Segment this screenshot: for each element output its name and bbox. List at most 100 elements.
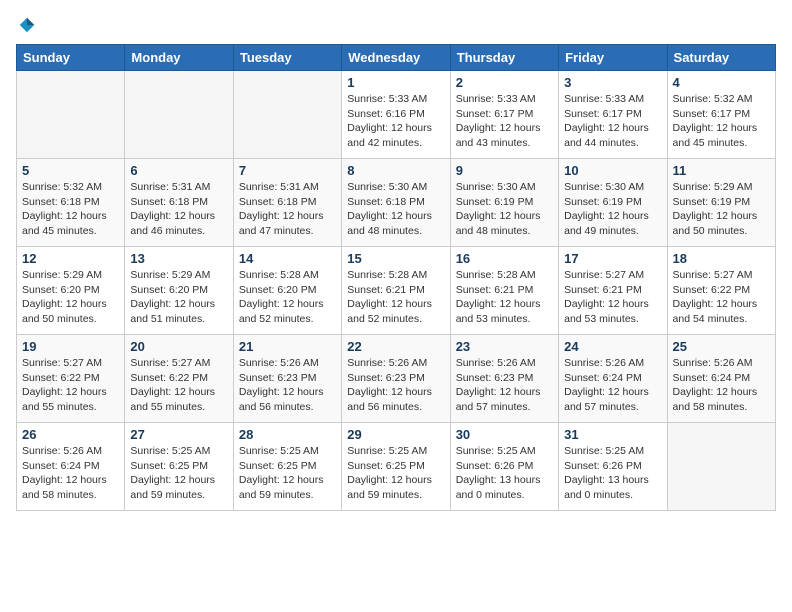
day-info: Sunrise: 5:30 AM Sunset: 6:18 PM Dayligh… [347, 180, 444, 239]
calendar-table: SundayMondayTuesdayWednesdayThursdayFrid… [16, 44, 776, 511]
day-of-week-header: Saturday [667, 45, 775, 71]
day-info: Sunrise: 5:31 AM Sunset: 6:18 PM Dayligh… [130, 180, 227, 239]
day-info: Sunrise: 5:25 AM Sunset: 6:25 PM Dayligh… [347, 444, 444, 503]
logo [16, 16, 38, 34]
day-info: Sunrise: 5:26 AM Sunset: 6:23 PM Dayligh… [456, 356, 553, 415]
day-number: 21 [239, 339, 336, 354]
calendar-cell: 5 Sunrise: 5:32 AM Sunset: 6:18 PM Daylig… [17, 159, 125, 247]
day-info: Sunrise: 5:33 AM Sunset: 6:17 PM Dayligh… [564, 92, 661, 151]
day-number: 9 [456, 163, 553, 178]
day-info: Sunrise: 5:30 AM Sunset: 6:19 PM Dayligh… [456, 180, 553, 239]
calendar-cell: 31 Sunrise: 5:25 AM Sunset: 6:26 PM Dayli… [559, 423, 667, 511]
calendar-week-row: 12 Sunrise: 5:29 AM Sunset: 6:20 PM Dayli… [17, 247, 776, 335]
day-number: 17 [564, 251, 661, 266]
day-info: Sunrise: 5:31 AM Sunset: 6:18 PM Dayligh… [239, 180, 336, 239]
calendar-cell: 26Sunrise: 5:26 AM Sunset: 6:24 PM Dayli… [17, 423, 125, 511]
calendar-cell [17, 71, 125, 159]
day-info: Sunrise: 5:28 AM Sunset: 6:20 PM Dayligh… [239, 268, 336, 327]
calendar-week-row: 26Sunrise: 5:26 AM Sunset: 6:24 PM Dayli… [17, 423, 776, 511]
day-info: Sunrise: 5:26 AM Sunset: 6:24 PM Dayligh… [673, 356, 770, 415]
calendar-cell: 17 Sunrise: 5:27 AM Sunset: 6:21 PM Dayli… [559, 247, 667, 335]
day-number: 15 [347, 251, 444, 266]
day-info: Sunrise: 5:27 AM Sunset: 6:21 PM Dayligh… [564, 268, 661, 327]
day-number: 28 [239, 427, 336, 442]
day-number: 31 [564, 427, 661, 442]
day-number: 14 [239, 251, 336, 266]
calendar-cell: 10 Sunrise: 5:30 AM Sunset: 6:19 PM Dayli… [559, 159, 667, 247]
calendar-cell: 13 Sunrise: 5:29 AM Sunset: 6:20 PM Dayli… [125, 247, 233, 335]
calendar-cell: 30 Sunrise: 5:25 AM Sunset: 6:26 PM Dayli… [450, 423, 558, 511]
day-number: 2 [456, 75, 553, 90]
day-number: 8 [347, 163, 444, 178]
day-info: Sunrise: 5:25 AM Sunset: 6:26 PM Dayligh… [564, 444, 661, 503]
day-info: Sunrise: 5:27 AM Sunset: 6:22 PM Dayligh… [673, 268, 770, 327]
day-number: 6 [130, 163, 227, 178]
day-info: Sunrise: 5:25 AM Sunset: 6:25 PM Dayligh… [239, 444, 336, 503]
day-number: 22 [347, 339, 444, 354]
day-info: Sunrise: 5:25 AM Sunset: 6:25 PM Dayligh… [130, 444, 227, 503]
day-number: 11 [673, 163, 770, 178]
calendar-cell: 8 Sunrise: 5:30 AM Sunset: 6:18 PM Daylig… [342, 159, 450, 247]
day-number: 3 [564, 75, 661, 90]
day-info: Sunrise: 5:33 AM Sunset: 6:16 PM Dayligh… [347, 92, 444, 151]
calendar-cell: 18 Sunrise: 5:27 AM Sunset: 6:22 PM Dayli… [667, 247, 775, 335]
day-number: 12 [22, 251, 119, 266]
calendar-cell: 23 Sunrise: 5:26 AM Sunset: 6:23 PM Dayli… [450, 335, 558, 423]
day-number: 27 [130, 427, 227, 442]
day-of-week-header: Thursday [450, 45, 558, 71]
day-number: 5 [22, 163, 119, 178]
day-info: Sunrise: 5:32 AM Sunset: 6:18 PM Dayligh… [22, 180, 119, 239]
calendar-week-row: 5 Sunrise: 5:32 AM Sunset: 6:18 PM Daylig… [17, 159, 776, 247]
day-number: 7 [239, 163, 336, 178]
calendar-cell: 11 Sunrise: 5:29 AM Sunset: 6:19 PM Dayli… [667, 159, 775, 247]
calendar-cell: 29 Sunrise: 5:25 AM Sunset: 6:25 PM Dayli… [342, 423, 450, 511]
calendar-cell: 15 Sunrise: 5:28 AM Sunset: 6:21 PM Dayli… [342, 247, 450, 335]
page-header [16, 16, 776, 34]
calendar-week-row: 19Sunrise: 5:27 AM Sunset: 6:22 PM Dayli… [17, 335, 776, 423]
day-info: Sunrise: 5:30 AM Sunset: 6:19 PM Dayligh… [564, 180, 661, 239]
day-info: Sunrise: 5:27 AM Sunset: 6:22 PM Dayligh… [22, 356, 119, 415]
day-number: 10 [564, 163, 661, 178]
calendar-cell: 12 Sunrise: 5:29 AM Sunset: 6:20 PM Dayli… [17, 247, 125, 335]
day-number: 29 [347, 427, 444, 442]
day-of-week-header: Monday [125, 45, 233, 71]
day-info: Sunrise: 5:32 AM Sunset: 6:17 PM Dayligh… [673, 92, 770, 151]
day-info: Sunrise: 5:26 AM Sunset: 6:23 PM Dayligh… [239, 356, 336, 415]
day-info: Sunrise: 5:29 AM Sunset: 6:20 PM Dayligh… [130, 268, 227, 327]
calendar-cell [233, 71, 341, 159]
calendar-cell: 6 Sunrise: 5:31 AM Sunset: 6:18 PM Daylig… [125, 159, 233, 247]
day-info: Sunrise: 5:25 AM Sunset: 6:26 PM Dayligh… [456, 444, 553, 503]
day-number: 25 [673, 339, 770, 354]
day-number: 16 [456, 251, 553, 266]
day-number: 20 [130, 339, 227, 354]
day-info: Sunrise: 5:33 AM Sunset: 6:17 PM Dayligh… [456, 92, 553, 151]
calendar-cell: 21 Sunrise: 5:26 AM Sunset: 6:23 PM Dayli… [233, 335, 341, 423]
calendar-cell: 4Sunrise: 5:32 AM Sunset: 6:17 PM Daylig… [667, 71, 775, 159]
calendar-cell: 16 Sunrise: 5:28 AM Sunset: 6:21 PM Dayli… [450, 247, 558, 335]
calendar-cell: 7 Sunrise: 5:31 AM Sunset: 6:18 PM Daylig… [233, 159, 341, 247]
day-info: Sunrise: 5:28 AM Sunset: 6:21 PM Dayligh… [456, 268, 553, 327]
calendar-cell [667, 423, 775, 511]
day-number: 13 [130, 251, 227, 266]
day-info: Sunrise: 5:29 AM Sunset: 6:19 PM Dayligh… [673, 180, 770, 239]
day-info: Sunrise: 5:29 AM Sunset: 6:20 PM Dayligh… [22, 268, 119, 327]
day-number: 30 [456, 427, 553, 442]
day-number: 1 [347, 75, 444, 90]
day-of-week-header: Sunday [17, 45, 125, 71]
day-of-week-header: Friday [559, 45, 667, 71]
day-number: 23 [456, 339, 553, 354]
calendar-cell: 27 Sunrise: 5:25 AM Sunset: 6:25 PM Dayli… [125, 423, 233, 511]
calendar-cell: 20Sunrise: 5:27 AM Sunset: 6:22 PM Dayli… [125, 335, 233, 423]
day-number: 18 [673, 251, 770, 266]
calendar-cell: 19Sunrise: 5:27 AM Sunset: 6:22 PM Dayli… [17, 335, 125, 423]
calendar-cell: 1 Sunrise: 5:33 AM Sunset: 6:16 PM Daylig… [342, 71, 450, 159]
calendar-cell [125, 71, 233, 159]
day-of-week-header: Wednesday [342, 45, 450, 71]
day-number: 24 [564, 339, 661, 354]
day-info: Sunrise: 5:26 AM Sunset: 6:24 PM Dayligh… [564, 356, 661, 415]
calendar-cell: 25 Sunrise: 5:26 AM Sunset: 6:24 PM Dayli… [667, 335, 775, 423]
day-info: Sunrise: 5:28 AM Sunset: 6:21 PM Dayligh… [347, 268, 444, 327]
day-number: 26 [22, 427, 119, 442]
calendar-cell: 9 Sunrise: 5:30 AM Sunset: 6:19 PM Daylig… [450, 159, 558, 247]
calendar-cell: 14 Sunrise: 5:28 AM Sunset: 6:20 PM Dayli… [233, 247, 341, 335]
